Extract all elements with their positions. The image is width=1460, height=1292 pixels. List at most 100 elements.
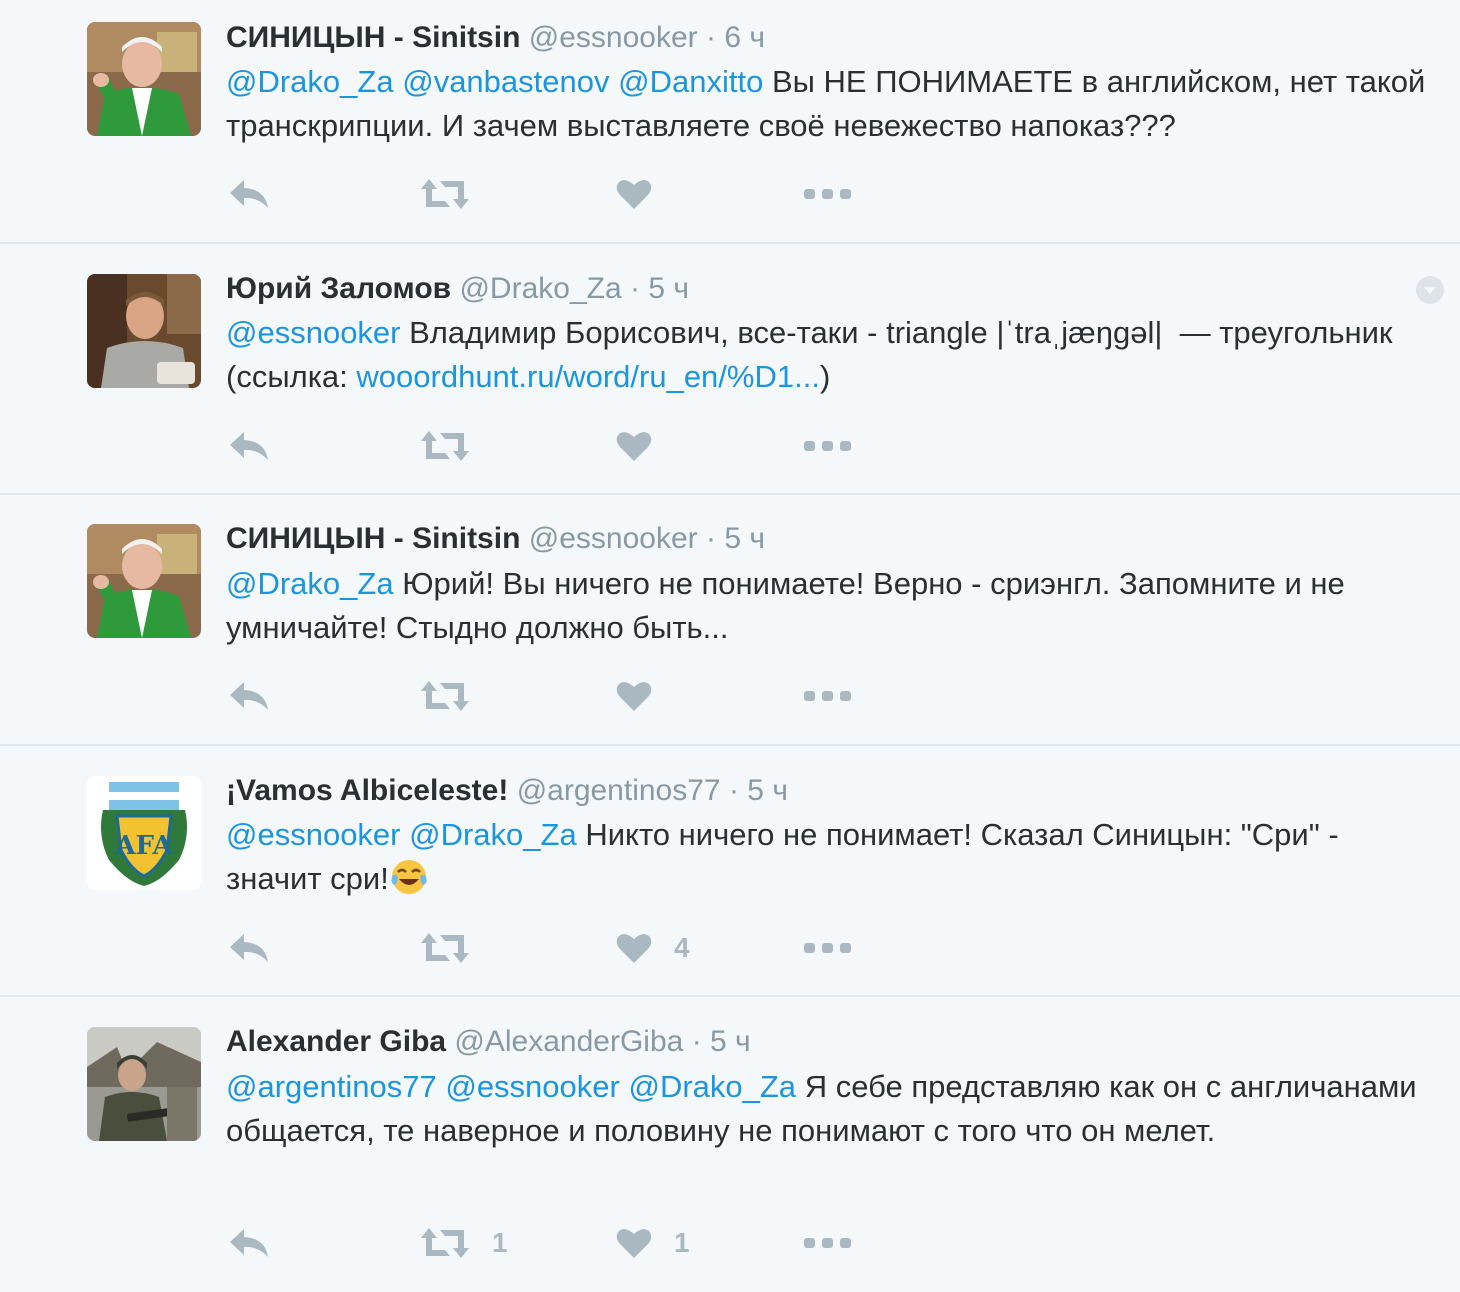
tweet[interactable]: Alexander Giba @AlexanderGiba · 5 ч @arg… xyxy=(0,997,1460,1292)
meta-separator: · xyxy=(691,1025,702,1058)
retweet-button[interactable] xyxy=(420,674,492,718)
mention-link[interactable]: @essnooker xyxy=(226,315,401,350)
meta-separator: · xyxy=(630,272,640,305)
retweet-icon xyxy=(421,681,469,711)
user-handle[interactable]: @AlexanderGiba xyxy=(454,1025,683,1058)
tweet-actions xyxy=(226,424,926,468)
user-handle[interactable]: @essnooker xyxy=(529,21,698,54)
mention-link[interactable]: @essnooker xyxy=(445,1069,620,1104)
user-handle[interactable]: @Drako_Za xyxy=(459,272,621,305)
heart-icon xyxy=(616,934,652,963)
mention-link[interactable]: @Danxitto xyxy=(618,64,763,99)
svg-text:AFA: AFA xyxy=(114,831,173,861)
heart-icon xyxy=(616,682,652,711)
mention-link[interactable]: @Drako_Za xyxy=(628,1069,796,1104)
tweet[interactable]: СИНИЦЫН - Sinitsin @essnooker · 5 ч @Dra… xyxy=(0,495,1460,746)
retweet-icon xyxy=(421,1228,469,1258)
mention-link[interactable]: @Drako_Za xyxy=(226,566,394,601)
retweet-icon xyxy=(421,431,469,461)
dropdown-caret-icon[interactable] xyxy=(1416,276,1444,304)
tweet-actions: 1 1 xyxy=(226,1221,926,1265)
retweet-icon xyxy=(421,933,469,963)
more-dots-icon xyxy=(804,189,851,199)
reply-icon xyxy=(230,1229,268,1257)
user-fullname[interactable]: Alexander Giba xyxy=(226,1025,446,1058)
tweet-content: Юрий! Вы ничего не понимаете! Верно - ср… xyxy=(226,566,1354,645)
mention-link[interactable]: @essnooker xyxy=(226,817,401,852)
heart-icon xyxy=(616,1229,652,1258)
tweet-text: @Drako_Za @vanbastenov @Danxitto Вы НЕ П… xyxy=(226,60,1441,148)
tweet-actions xyxy=(226,674,926,718)
like-button[interactable] xyxy=(616,424,674,468)
heart-icon xyxy=(616,432,652,461)
user-handle[interactable]: @argentinos77 xyxy=(517,774,721,807)
reply-button[interactable] xyxy=(228,172,270,216)
like-button[interactable]: 4 xyxy=(616,926,690,970)
more-dots-icon xyxy=(804,691,851,701)
user-fullname[interactable]: ¡Vamos Albiceleste! xyxy=(226,774,508,807)
more-button[interactable] xyxy=(804,674,852,718)
like-button[interactable] xyxy=(616,674,674,718)
tweet-header: СИНИЦЫН - Sinitsin @essnooker · 6 ч xyxy=(226,20,765,56)
reply-button[interactable] xyxy=(228,926,270,970)
avatar-soldier-icon xyxy=(87,1027,201,1141)
retweet-button[interactable]: 1 xyxy=(420,1221,508,1265)
retweet-button[interactable] xyxy=(420,424,492,468)
mention-link[interactable]: @Drako_Za xyxy=(226,64,394,99)
meta-separator: · xyxy=(705,21,716,54)
more-dots-icon xyxy=(804,1238,851,1248)
tweet[interactable]: Юрий Заломов @Drako_Za · 5 ч @essnooker … xyxy=(0,244,1460,495)
reply-button[interactable] xyxy=(228,674,270,718)
tweet-time[interactable]: 5 ч xyxy=(710,1025,751,1058)
avatar[interactable] xyxy=(87,1027,201,1141)
avatar-green-jacket-icon xyxy=(87,524,201,638)
tweet-text: @essnooker Владимир Борисович, все-таки … xyxy=(226,311,1441,399)
url-link[interactable]: wooordhunt.ru/word/ru_en/%D1... xyxy=(356,359,820,394)
avatar-green-jacket-icon xyxy=(87,22,201,136)
like-button[interactable]: 1 xyxy=(616,1221,690,1265)
tweet-time[interactable]: 5 ч xyxy=(724,522,765,555)
tweet-actions xyxy=(226,172,926,216)
tweet[interactable]: СИНИЦЫН - Sinitsin @essnooker · 6 ч @Dra… xyxy=(0,0,1460,244)
avatar[interactable] xyxy=(87,22,201,136)
more-button[interactable] xyxy=(804,172,852,216)
meta-separator: · xyxy=(728,774,739,807)
user-handle[interactable]: @essnooker xyxy=(529,522,698,555)
user-fullname[interactable]: Юрий Заломов xyxy=(226,272,451,305)
like-count: 1 xyxy=(674,1227,690,1258)
mention-link[interactable]: @vanbastenov xyxy=(402,64,609,99)
avatar[interactable]: AFA xyxy=(87,776,201,890)
avatar[interactable] xyxy=(87,274,201,388)
more-button[interactable] xyxy=(804,1221,852,1265)
tweet-header: ¡Vamos Albiceleste! @argentinos77 · 5 ч xyxy=(226,773,788,809)
reply-icon xyxy=(230,180,268,208)
tweet-text: @essnooker @Drako_Za Никто ничего не пон… xyxy=(226,813,1441,901)
mention-link[interactable]: @argentinos77 xyxy=(226,1069,437,1104)
like-count: 4 xyxy=(674,932,690,963)
tweet[interactable]: AFA ¡Vamos Albiceleste! @argentinos77 · … xyxy=(0,746,1460,997)
face-with-tears-of-joy-icon xyxy=(391,860,427,894)
tweet-time[interactable]: 5 ч xyxy=(648,272,689,305)
retweet-button[interactable] xyxy=(420,172,492,216)
avatar[interactable] xyxy=(87,524,201,638)
avatar-man-grey-shirt-icon xyxy=(87,274,201,388)
avatar-afa-crest-icon: AFA xyxy=(87,776,201,890)
tweet-text: @Drako_Za Юрий! Вы ничего не понимаете! … xyxy=(226,562,1441,650)
like-button[interactable] xyxy=(616,172,674,216)
retweet-button[interactable] xyxy=(420,926,492,970)
reply-button[interactable] xyxy=(228,424,270,468)
user-fullname[interactable]: СИНИЦЫН - Sinitsin xyxy=(226,522,520,555)
reply-button[interactable] xyxy=(228,1221,270,1265)
tweet-header: СИНИЦЫН - Sinitsin @essnooker · 5 ч xyxy=(226,521,765,557)
tweet-header: Alexander Giba @AlexanderGiba · 5 ч xyxy=(226,1024,751,1060)
tweet-time[interactable]: 5 ч xyxy=(747,774,788,807)
user-fullname[interactable]: СИНИЦЫН - Sinitsin xyxy=(226,21,520,54)
meta-separator: · xyxy=(705,522,716,555)
more-button[interactable] xyxy=(804,424,852,468)
tweet-time[interactable]: 6 ч xyxy=(724,21,765,54)
more-button[interactable] xyxy=(804,926,852,970)
tweet-header: Юрий Заломов @Drako_Za · 5 ч xyxy=(226,271,689,307)
reply-icon xyxy=(230,934,268,962)
tweet-timeline: СИНИЦЫН - Sinitsin @essnooker · 6 ч @Dra… xyxy=(0,0,1460,1292)
mention-link[interactable]: @Drako_Za xyxy=(409,817,577,852)
